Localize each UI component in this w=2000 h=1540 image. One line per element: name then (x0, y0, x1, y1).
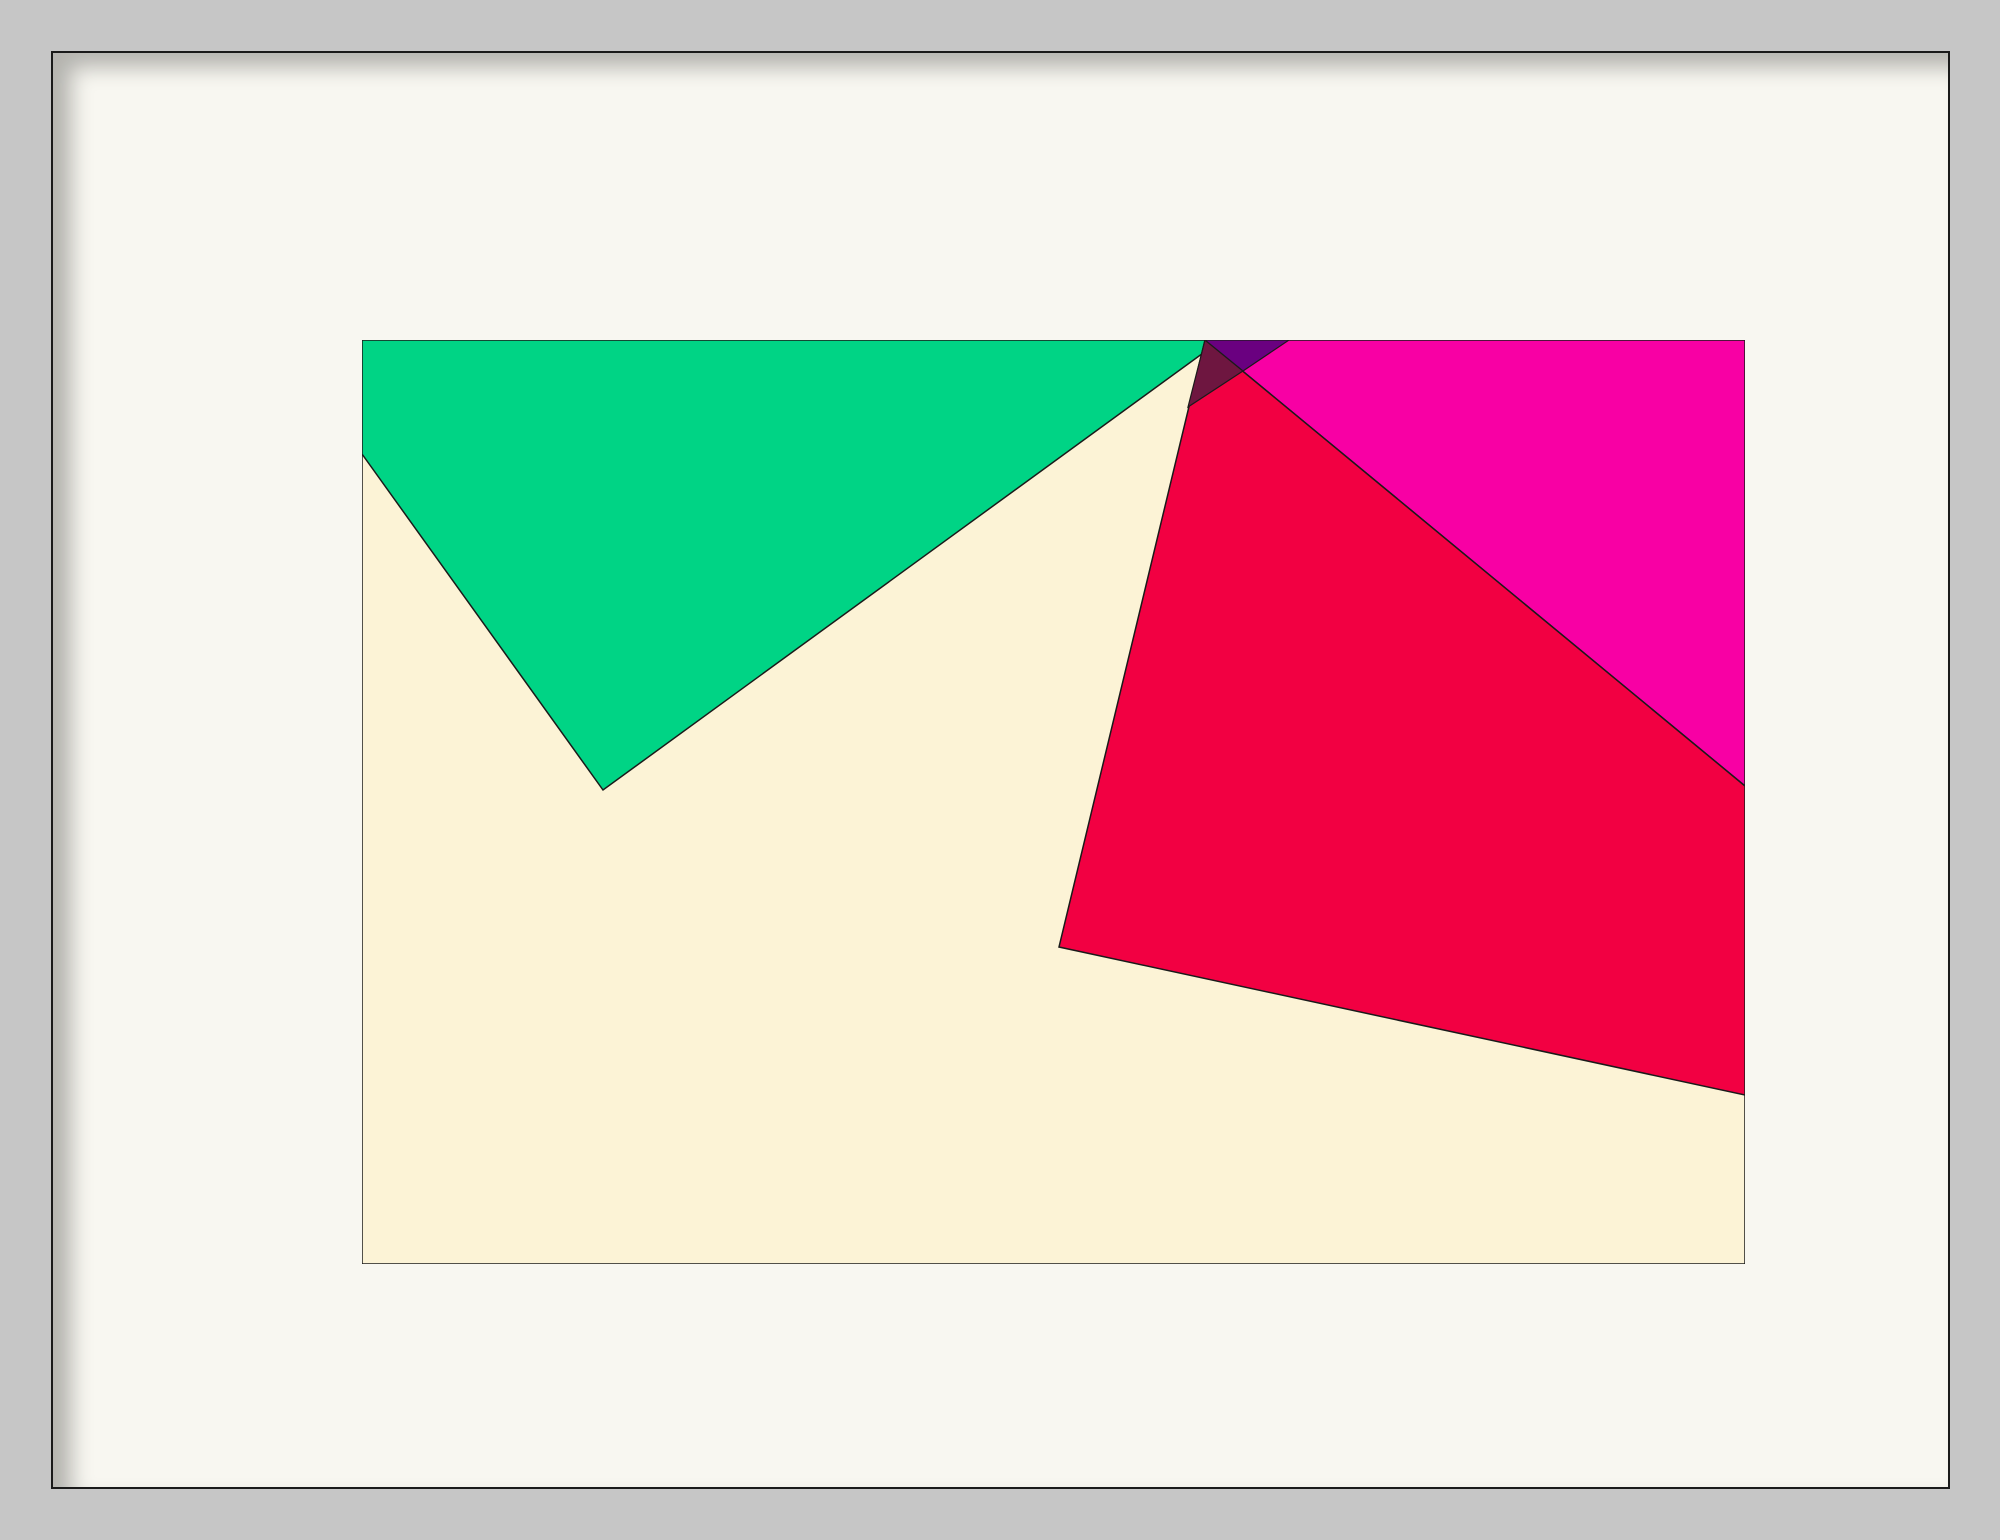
picture-mat (51, 51, 1950, 1489)
picture-frame (0, 0, 2000, 1540)
abstract-artwork (362, 340, 1745, 1264)
